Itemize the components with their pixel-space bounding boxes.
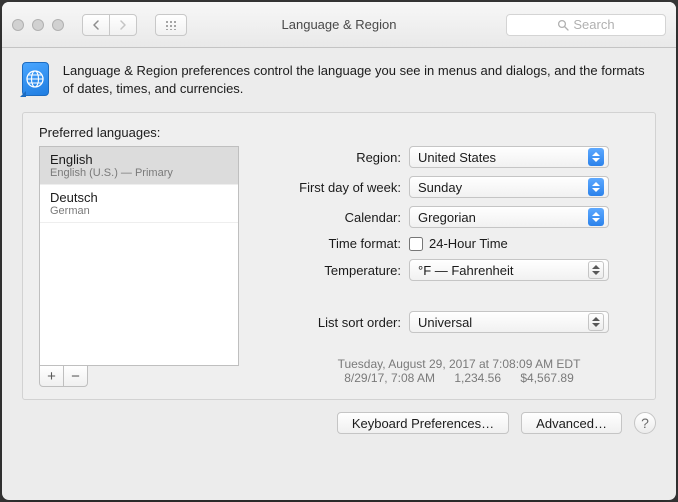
language-list[interactable]: English English (U.S.) — Primary Deutsch…	[39, 146, 239, 366]
preferred-languages-label: Preferred languages:	[39, 125, 639, 140]
help-icon: ?	[641, 415, 649, 431]
description-row: Language & Region preferences control th…	[2, 48, 676, 112]
show-all-button[interactable]	[155, 14, 187, 36]
first-day-select[interactable]: Sunday	[409, 176, 609, 198]
search-icon	[557, 19, 569, 31]
calendar-select[interactable]: Gregorian	[409, 206, 609, 228]
chevron-updown-icon	[588, 148, 604, 166]
temperature-label: Temperature:	[279, 263, 409, 278]
language-detail: English (U.S.) — Primary	[50, 167, 228, 179]
time-format-checkbox[interactable]: 24-Hour Time	[409, 236, 508, 251]
chevron-updown-icon	[588, 313, 604, 331]
region-label: Region:	[279, 150, 409, 165]
back-button[interactable]	[82, 14, 110, 36]
nav-group	[82, 14, 137, 36]
grid-icon	[165, 20, 178, 30]
globe-flag-icon	[22, 62, 49, 96]
temperature-select[interactable]: °F — Fahrenheit	[409, 259, 609, 281]
chevron-updown-icon	[588, 208, 604, 226]
example-number: 1,234.56	[454, 371, 501, 385]
example-line-1: Tuesday, August 29, 2017 at 7:08:09 AM E…	[279, 357, 639, 371]
list-sort-select[interactable]: Universal	[409, 311, 609, 333]
24-hour-checkbox[interactable]	[409, 237, 423, 251]
language-name: Deutsch	[50, 190, 228, 205]
chevron-updown-icon	[588, 261, 604, 279]
list-item[interactable]: English English (U.S.) — Primary	[40, 147, 238, 185]
language-region-window: Language & Region Search Language & Regi…	[2, 2, 676, 500]
list-sort-label: List sort order:	[279, 315, 409, 330]
region-form: Region: United States First day of week:…	[279, 146, 639, 387]
add-remove-group: + −	[39, 365, 89, 387]
titlebar: Language & Region Search	[2, 2, 676, 48]
example-currency: $4,567.89	[520, 371, 573, 385]
bottom-button-row: Keyboard Preferences… Advanced… ?	[2, 412, 676, 448]
remove-language-button[interactable]: −	[63, 365, 88, 387]
time-format-label: Time format:	[279, 236, 409, 251]
zoom-icon[interactable]	[52, 19, 64, 31]
help-button[interactable]: ?	[634, 412, 656, 434]
language-name: English	[50, 152, 228, 167]
add-language-button[interactable]: +	[39, 365, 64, 387]
language-detail: German	[50, 205, 228, 217]
settings-panel: Preferred languages: English English (U.…	[22, 112, 656, 400]
close-icon[interactable]	[12, 19, 24, 31]
minimize-icon[interactable]	[32, 19, 44, 31]
description-text: Language & Region preferences control th…	[63, 62, 656, 98]
forward-button[interactable]	[109, 14, 137, 36]
search-placeholder: Search	[573, 17, 614, 32]
region-select[interactable]: United States	[409, 146, 609, 168]
search-input[interactable]: Search	[506, 14, 666, 36]
calendar-label: Calendar:	[279, 210, 409, 225]
first-day-label: First day of week:	[279, 180, 409, 195]
advanced-button[interactable]: Advanced…	[521, 412, 622, 434]
format-example: Tuesday, August 29, 2017 at 7:08:09 AM E…	[279, 357, 639, 385]
keyboard-preferences-button[interactable]: Keyboard Preferences…	[337, 412, 509, 434]
list-item[interactable]: Deutsch German	[40, 185, 238, 223]
chevron-updown-icon	[588, 178, 604, 196]
example-short-date: 8/29/17, 7:08 AM	[344, 371, 435, 385]
window-controls	[12, 19, 64, 31]
